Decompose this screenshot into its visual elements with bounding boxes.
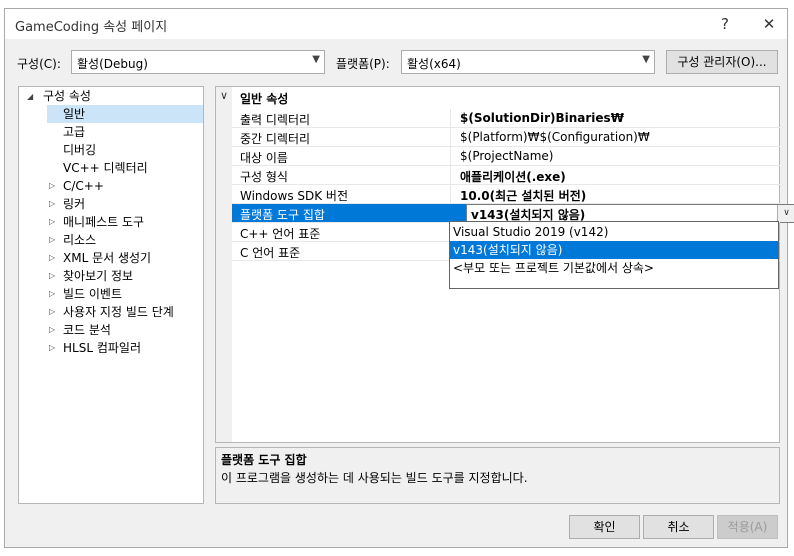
platform-value: 활성(x64) xyxy=(407,57,461,71)
dropdown-option[interactable]: <부모 또는 프로젝트 기본값에서 상속> xyxy=(450,259,778,277)
expand-triangle-icon[interactable]: ▷ xyxy=(49,343,55,352)
property-name: 플랫폼 도구 집합 xyxy=(240,208,325,222)
cancel-button[interactable]: 취소 xyxy=(643,515,714,539)
description-text: 이 프로그램을 생성하는 데 사용되는 빌드 도구를 지정합니다. xyxy=(221,471,528,485)
tree-item[interactable]: 일반 xyxy=(63,105,85,123)
grid-gutter xyxy=(216,87,232,442)
chevron-down-icon[interactable]: ∨ xyxy=(220,89,228,102)
title-bar: GameCoding 속성 페이지 ? ✕ xyxy=(5,9,787,39)
description-panel: 플랫폼 도구 집합 이 프로그램을 생성하는 데 사용되는 빌드 도구를 지정합… xyxy=(215,447,780,504)
expand-triangle-icon[interactable]: ▷ xyxy=(49,217,55,226)
window-title: GameCoding 속성 페이지 xyxy=(15,20,168,35)
tree-item[interactable]: 리소스 xyxy=(63,231,96,249)
expand-triangle-icon[interactable]: ▷ xyxy=(49,307,55,316)
category-tree: ◢ 구성 속성 일반 고급 디버깅 VC++ 디렉터리 ▷ C/C++ ▷ 링커 ▷ 매니페스트 … xyxy=(18,86,204,504)
property-value: 10.0(최근 설치된 버전) xyxy=(460,189,587,203)
property-value: $(ProjectName) xyxy=(460,149,554,163)
chevron-down-icon: ▼ xyxy=(642,54,650,65)
expand-triangle-icon[interactable]: ▷ xyxy=(49,325,55,334)
platform-label: 플랫폼(P): xyxy=(336,57,390,71)
tree-item[interactable]: 빌드 이벤트 xyxy=(63,285,122,303)
property-row[interactable]: 대상 이름 $(ProjectName) xyxy=(232,147,780,166)
chevron-down-icon: ▼ xyxy=(312,54,320,65)
property-value: $(Platform)₩$(Configuration)₩ xyxy=(460,130,650,144)
category-general-properties: 일반 속성 xyxy=(240,92,289,106)
tree-item[interactable]: 링커 xyxy=(63,195,85,213)
tree-item[interactable]: C/C++ xyxy=(63,177,104,195)
property-value: $(SolutionDir)Binaries₩ xyxy=(460,111,624,125)
property-name: C 언어 표준 xyxy=(240,246,301,260)
help-icon[interactable]: ? xyxy=(711,13,739,35)
tree-item[interactable]: HLSL 컴파일러 xyxy=(63,339,141,357)
config-manager-button[interactable]: 구성 관리자(O)... xyxy=(666,50,778,74)
tree-item[interactable]: VC++ 디렉터리 xyxy=(63,159,148,177)
dropdown-option[interactable]: Visual Studio 2019 (v142) xyxy=(450,223,778,241)
property-name: 출력 디렉터리 xyxy=(240,113,311,127)
expand-triangle-icon[interactable]: ▷ xyxy=(49,235,55,244)
description-title: 플랫폼 도구 집합 xyxy=(221,453,307,467)
tree-item[interactable]: 디버깅 xyxy=(63,141,96,159)
apply-button[interactable]: 적용(A) xyxy=(717,515,778,539)
config-value: 활성(Debug) xyxy=(77,57,148,71)
property-row[interactable]: 출력 디렉터리 $(SolutionDir)Binaries₩ xyxy=(232,109,780,128)
tree-item[interactable]: 고급 xyxy=(63,123,85,141)
tree-item[interactable]: 코드 분석 xyxy=(63,321,111,339)
property-row[interactable]: 구성 형식 애플리케이션(.exe) xyxy=(232,166,780,185)
config-label: 구성(C): xyxy=(17,57,61,71)
property-row[interactable]: Windows SDK 버전 10.0(최근 설치된 버전) xyxy=(232,185,780,204)
property-name: Windows SDK 버전 xyxy=(240,189,349,203)
expand-triangle-icon[interactable]: ▷ xyxy=(49,199,55,208)
tree-item[interactable]: XML 문서 생성기 xyxy=(63,249,151,267)
chevron-down-icon[interactable]: ∨ xyxy=(777,205,794,222)
config-combobox[interactable]: 활성(Debug) ▼ xyxy=(71,50,325,74)
close-icon[interactable]: ✕ xyxy=(755,13,783,35)
expand-triangle-icon[interactable]: ▷ xyxy=(49,253,55,262)
tree-item[interactable]: 사용자 지정 빌드 단계 xyxy=(63,303,174,321)
property-name: 대상 이름 xyxy=(240,151,288,165)
expand-triangle-icon[interactable]: ▷ xyxy=(49,289,55,298)
expand-triangle-icon[interactable]: ▷ xyxy=(49,271,55,280)
property-name: 중간 디렉터리 xyxy=(240,132,311,146)
property-row[interactable]: 중간 디렉터리 $(Platform)₩$(Configuration)₩ xyxy=(232,128,780,147)
property-value: 애플리케이션(.exe) xyxy=(460,170,566,184)
tree-item[interactable]: 매니페스트 도구 xyxy=(63,213,144,231)
dropdown-option[interactable]: v143(설치되지 않음) xyxy=(450,241,778,259)
property-name: 구성 형식 xyxy=(240,170,288,184)
toolset-dropdown-list: Visual Studio 2019 (v142) v143(설치되지 않음) <부… xyxy=(449,221,779,289)
expanded-triangle-icon[interactable]: ◢ xyxy=(27,92,33,101)
expand-triangle-icon[interactable]: ▷ xyxy=(49,181,55,190)
tree-item[interactable]: 찾아보기 정보 xyxy=(63,267,133,285)
ok-button[interactable]: 확인 xyxy=(569,515,640,539)
platform-combobox[interactable]: 활성(x64) ▼ xyxy=(401,50,655,74)
tree-root-config-properties[interactable]: 구성 속성 xyxy=(43,87,91,105)
property-pages-dialog: GameCoding 속성 페이지 ? ✕ 구성(C): 활성(Debug) ▼… xyxy=(4,8,794,548)
property-name: C++ 언어 표준 xyxy=(240,227,321,241)
